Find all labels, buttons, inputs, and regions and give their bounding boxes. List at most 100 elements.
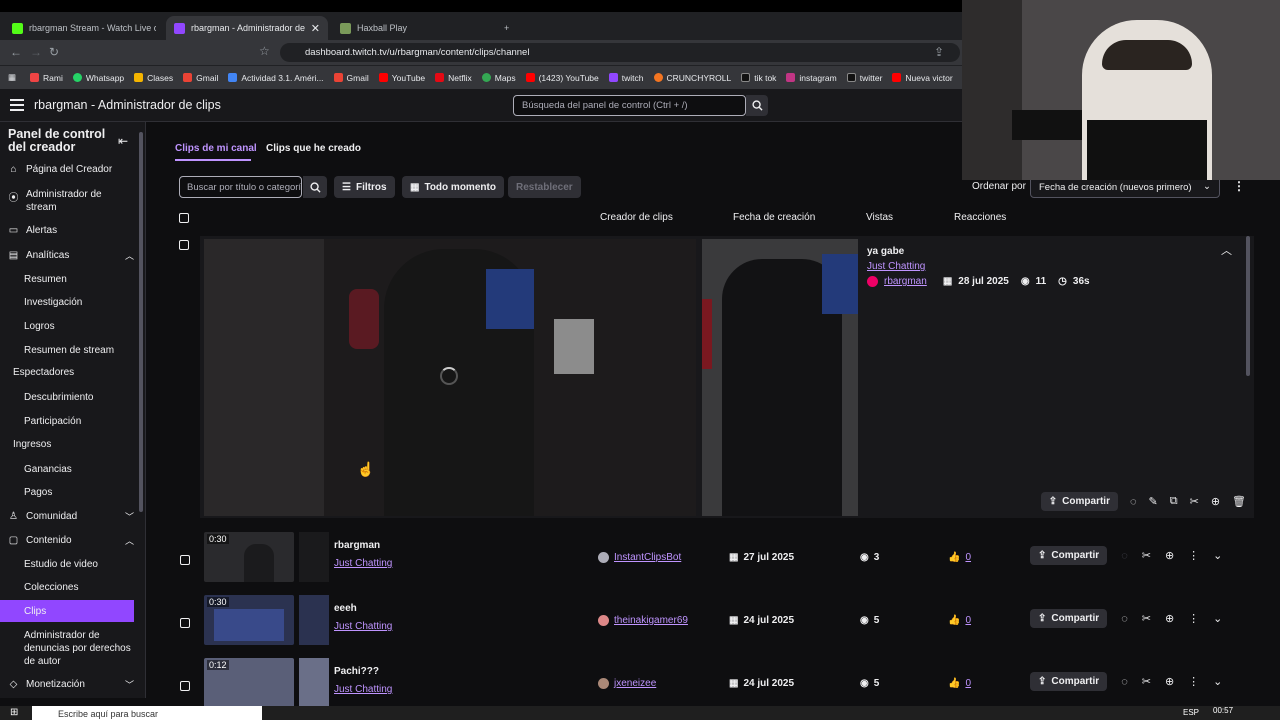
tab-my-channel-clips[interactable]: Clips de mi canal bbox=[175, 143, 257, 154]
bookmark-item[interactable]: twitter bbox=[846, 73, 882, 83]
clip-title[interactable]: rbargman bbox=[334, 540, 380, 551]
share-button[interactable]: ⇪ Compartir bbox=[1030, 672, 1108, 691]
bookmark-item[interactable]: Gmail bbox=[333, 73, 369, 83]
clip-creator[interactable]: jxeneizee bbox=[598, 678, 656, 689]
scissors-icon[interactable]: ✂ bbox=[1142, 549, 1151, 562]
collapse-row-icon[interactable]: ︿ bbox=[1221, 242, 1232, 258]
sidebar-item-earnings[interactable]: Ganancias bbox=[24, 463, 134, 476]
bookmark-item[interactable]: YouTube bbox=[378, 73, 425, 83]
bookmark-item[interactable]: Nueva victor bbox=[892, 73, 953, 83]
main-scrollbar[interactable] bbox=[1246, 236, 1250, 376]
taskbar-search-input[interactable]: Escribe aquí para buscar bbox=[32, 706, 262, 720]
clock[interactable]: 00:57 bbox=[1213, 706, 1233, 715]
sidebar-item-copyright[interactable]: Administrador de denuncias por derechos … bbox=[24, 629, 134, 668]
new-tab-icon[interactable]: + bbox=[496, 16, 517, 40]
apps-icon[interactable]: ▦ bbox=[8, 72, 16, 83]
language-indicator[interactable]: ESP bbox=[1183, 708, 1199, 717]
clip-vertical-thumbnail[interactable] bbox=[299, 595, 329, 645]
scissors-icon[interactable]: ✂ bbox=[1190, 495, 1199, 508]
bookmark-item[interactable]: Rami bbox=[30, 73, 63, 83]
reload-icon[interactable]: ↻ bbox=[49, 45, 59, 59]
bookmark-item[interactable]: Gmail bbox=[183, 73, 218, 83]
clip-thumbnail[interactable]: 0:30 bbox=[204, 595, 294, 645]
download-icon[interactable]: ⊕ bbox=[1211, 495, 1220, 508]
more-options-icon[interactable]: ⋮ bbox=[1188, 612, 1199, 625]
column-header-creator[interactable]: Creador de clips bbox=[600, 212, 673, 223]
more-options-icon[interactable]: ⋮ bbox=[1188, 549, 1199, 562]
sidebar-item-monetization[interactable]: ◇ Monetización ﹀ bbox=[8, 678, 134, 691]
download-icon[interactable]: ⊕ bbox=[1165, 675, 1174, 688]
dashboard-search-input[interactable]: Búsqueda del panel de control (Ctrl + /) bbox=[513, 95, 746, 116]
clip-reactions[interactable]: 👍 0 bbox=[948, 552, 971, 563]
back-icon[interactable]: ← bbox=[10, 45, 22, 59]
row-checkbox[interactable] bbox=[180, 555, 190, 565]
bookmark-item[interactable]: Whatsapp bbox=[72, 73, 124, 83]
share-page-icon[interactable]: ⇪ bbox=[934, 45, 944, 59]
row-checkbox[interactable] bbox=[179, 240, 189, 250]
download-icon[interactable]: ⊕ bbox=[1165, 549, 1174, 562]
search-button[interactable] bbox=[746, 95, 768, 116]
forward-icon[interactable]: → bbox=[30, 45, 42, 59]
table-row[interactable]: 0:30 rbargman Just Chatting InstantClips… bbox=[180, 530, 1256, 590]
sidebar-item-summary[interactable]: Resumen bbox=[24, 273, 134, 286]
bookmark-item[interactable]: instagram bbox=[786, 73, 837, 83]
table-row[interactable]: 0:30 eeeh Just Chatting theinakigamer69 … bbox=[180, 593, 1256, 653]
share-button[interactable]: ⇪ Compartir bbox=[1030, 609, 1108, 628]
url-field[interactable]: dashboard.twitch.tv/u/rbargman/content/c… bbox=[280, 43, 960, 62]
clip-creator[interactable]: InstantClipsBot bbox=[598, 552, 681, 563]
clip-reactions[interactable]: 👍 0 bbox=[948, 615, 971, 626]
expand-row-icon[interactable]: ⌄ bbox=[1213, 612, 1222, 625]
column-header-views[interactable]: Vistas bbox=[866, 212, 893, 223]
browser-tab[interactable]: rbargman Stream - Watch Live on Ki bbox=[4, 16, 164, 40]
featured-icon[interactable]: ◌ bbox=[1121, 676, 1128, 688]
expand-row-icon[interactable]: ⌄ bbox=[1213, 675, 1222, 688]
sidebar-item-discovery[interactable]: Descubrimiento bbox=[24, 391, 134, 404]
windows-start-icon[interactable]: ⊞ bbox=[10, 707, 18, 718]
filters-button[interactable]: ☰ Filtros bbox=[334, 176, 395, 198]
bookmark-icon[interactable]: ☆ bbox=[259, 44, 270, 58]
sidebar-item-analytics[interactable]: ▤ Analíticas ︿ bbox=[8, 249, 134, 262]
clip-thumbnail[interactable]: 0:30 bbox=[204, 532, 294, 582]
bookmark-item[interactable]: Clases bbox=[134, 73, 173, 83]
collapse-sidebar-icon[interactable]: ⇤ bbox=[118, 134, 128, 148]
tab-created-clips[interactable]: Clips que he creado bbox=[266, 143, 361, 154]
featured-icon[interactable]: ◌ bbox=[1121, 550, 1128, 562]
clip-category-link[interactable]: Just Chatting bbox=[334, 684, 392, 695]
scissors-icon[interactable]: ✂ bbox=[1142, 612, 1151, 625]
share-button[interactable]: ⇪ Compartir bbox=[1030, 546, 1108, 565]
clip-reactions[interactable]: 👍 0 bbox=[948, 678, 971, 689]
sidebar-item-achievements[interactable]: Logros bbox=[24, 320, 134, 333]
expand-row-icon[interactable]: ⌄ bbox=[1213, 549, 1222, 562]
clip-thumbnail[interactable]: 0:12 bbox=[204, 658, 294, 708]
bookmark-item[interactable]: Netflix bbox=[435, 73, 472, 83]
clip-creator-link[interactable]: rbargman bbox=[884, 276, 927, 287]
browser-tab-active[interactable]: rbargman - Administrador de cli ✕ bbox=[166, 16, 328, 40]
bookmark-item[interactable]: Maps bbox=[481, 73, 516, 83]
sidebar-item-content[interactable]: ▢ Contenido ︿ bbox=[8, 534, 134, 547]
clip-vertical-thumbnail[interactable] bbox=[299, 532, 329, 582]
row-checkbox[interactable] bbox=[180, 618, 190, 628]
clip-video-player[interactable]: ☝ bbox=[204, 239, 696, 516]
sidebar-item-video-studio[interactable]: Estudio de video bbox=[24, 558, 134, 571]
reset-button[interactable]: Restablecer bbox=[508, 176, 581, 198]
menu-icon[interactable] bbox=[10, 99, 24, 111]
featured-icon[interactable]: ◌ bbox=[1121, 613, 1128, 625]
more-options-icon[interactable]: ⋮ bbox=[1233, 179, 1245, 193]
column-header-date[interactable]: Fecha de creación bbox=[733, 212, 815, 223]
row-checkbox[interactable] bbox=[180, 681, 190, 691]
sidebar-item-payments[interactable]: Pagos bbox=[24, 486, 134, 499]
time-range-button[interactable]: ▦ Todo momento bbox=[402, 176, 504, 198]
more-options-icon[interactable]: ⋮ bbox=[1188, 675, 1199, 688]
open-external-icon[interactable]: ⧉ bbox=[1170, 495, 1178, 508]
clip-vertical-preview[interactable] bbox=[702, 239, 858, 516]
bookmark-item[interactable]: Actividad 3.1. Améri... bbox=[228, 73, 324, 83]
delete-icon[interactable]: 🗑 bbox=[1232, 495, 1246, 508]
sidebar-item-home[interactable]: ⌂ Página del Creador bbox=[8, 164, 134, 175]
clip-category-link[interactable]: Just Chatting bbox=[334, 558, 392, 569]
clip-search-button[interactable] bbox=[303, 176, 327, 198]
bookmark-item[interactable]: (1423) YouTube bbox=[525, 73, 599, 83]
clip-category-link[interactable]: Just Chatting bbox=[867, 261, 925, 272]
sidebar-item-alerts[interactable]: ▭ Alertas bbox=[8, 225, 134, 236]
clip-search-input[interactable]: Buscar por título o categoría bbox=[179, 176, 302, 198]
share-button[interactable]: ⇪ Compartir bbox=[1040, 492, 1118, 511]
